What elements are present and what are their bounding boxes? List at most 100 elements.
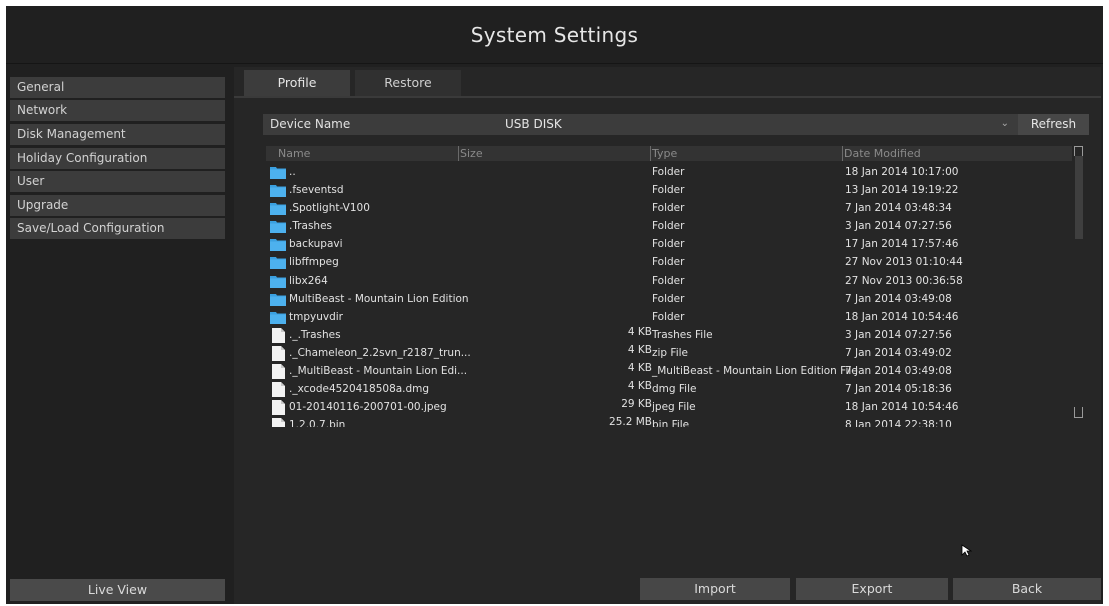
file-type: Folder <box>652 310 685 323</box>
window-title: System Settings <box>6 6 1103 64</box>
file-date: 7 Jan 2014 03:49:08 <box>845 365 952 378</box>
file-row[interactable]: 01-20140116-200701-00.jpeg 29 KB jpeg File… <box>266 398 1072 416</box>
file-type: Folder <box>652 274 685 287</box>
file-row[interactable]: MultiBeast - Mountain Lion Edition Folder… <box>266 290 1072 308</box>
file-name: ._xcode4520418508a.dmg <box>289 383 430 396</box>
file-row[interactable]: ._Chameleon_2.2svn_r2187_trun... 4 KB zip … <box>266 344 1072 362</box>
file-date: 17 Jan 2014 17:57:46 <box>845 238 959 251</box>
scrollbar[interactable] <box>1074 143 1086 427</box>
tab-restore[interactable]: Restore <box>355 70 461 96</box>
file-date: 7 Jan 2014 03:49:02 <box>845 346 952 359</box>
refresh-button[interactable]: Refresh <box>1018 114 1089 135</box>
file-type: Folder <box>652 220 685 233</box>
file-icon <box>272 382 285 398</box>
scroll-up-handle[interactable] <box>1074 146 1083 156</box>
file-name: .. <box>289 166 296 178</box>
sidebar: General Network Disk Management Holiday … <box>6 69 232 604</box>
column-header-type[interactable]: Type <box>650 146 842 161</box>
file-date: 8 Jan 2014 22:38:10 <box>845 419 952 427</box>
file-size: 29 KB <box>621 398 652 411</box>
import-button[interactable]: Import <box>640 578 790 600</box>
file-list: .. Folder 18 Jan 2014 10:17:00 .fseventsd Fo… <box>266 163 1072 427</box>
mouse-pointer-icon <box>961 544 973 557</box>
file-date: 27 Nov 2013 00:36:58 <box>845 274 963 287</box>
file-row[interactable]: ._.Trashes 4 KB Trashes File 3 Jan 2014 07:… <box>266 326 1072 344</box>
file-size: 4 KB <box>627 380 652 393</box>
scroll-thumb[interactable] <box>1075 156 1083 239</box>
file-date: 13 Jan 2014 19:19:22 <box>845 184 959 197</box>
device-select-value: USB DISK <box>505 117 562 131</box>
sidebar-item-disk-management[interactable]: Disk Management <box>10 124 225 145</box>
tab-divider <box>234 96 1101 98</box>
file-type: Folder <box>652 292 685 305</box>
file-name: ._MultiBeast - Mountain Lion Edi... <box>289 365 468 378</box>
live-view-button[interactable]: Live View <box>10 579 225 601</box>
tab-profile[interactable]: Profile <box>244 70 350 96</box>
folder-icon <box>270 256 286 270</box>
file-row[interactable]: backupavi Folder 17 Jan 2014 17:57:46 <box>266 235 1072 253</box>
file-table-header: Name Size Type Date Modified <box>266 146 1072 161</box>
file-type: Folder <box>652 256 685 269</box>
file-date: 18 Jan 2014 10:54:46 <box>845 310 959 323</box>
scroll-down-handle[interactable] <box>1074 407 1083 418</box>
file-type: Folder <box>652 184 685 197</box>
file-name: .Spotlight-V100 <box>289 202 370 215</box>
file-name: tmpyuvdir <box>289 310 343 323</box>
column-header-name[interactable]: Name <box>266 146 458 161</box>
file-icon <box>272 400 285 416</box>
file-icon <box>272 418 285 427</box>
sidebar-item-general[interactable]: General <box>10 77 225 98</box>
file-size: 4 KB <box>627 362 652 375</box>
device-name-label: Device Name <box>270 117 351 131</box>
file-row[interactable]: libffmpeg Folder 27 Nov 2013 01:10:44 <box>266 253 1072 271</box>
main-panel: Profile Restore Device Name USB DISK ⌄ R… <box>234 67 1101 604</box>
device-row: Device Name USB DISK ⌄ Refresh <box>263 114 1089 135</box>
file-type: zip File <box>652 346 689 359</box>
folder-icon <box>270 166 286 179</box>
file-date: 3 Jan 2014 07:27:56 <box>845 220 952 233</box>
file-name: 1.2.0.7.bin <box>289 419 346 427</box>
folder-icon <box>270 184 286 198</box>
sidebar-item-network[interactable]: Network <box>10 100 225 121</box>
file-table: Name Size Type Date Modified .. Folder 18 … <box>266 143 1086 427</box>
file-name: ._Chameleon_2.2svn_r2187_trun... <box>289 346 471 359</box>
file-date: 27 Nov 2013 01:10:44 <box>845 256 963 269</box>
file-date: 7 Jan 2014 03:49:08 <box>845 292 952 305</box>
folder-icon <box>270 311 286 324</box>
column-header-date[interactable]: Date Modified <box>842 146 1072 161</box>
file-name: 01-20140116-200701-00.jpeg <box>289 401 447 414</box>
file-row[interactable]: tmpyuvdir Folder 18 Jan 2014 10:54:46 <box>266 308 1072 326</box>
file-type: Folder <box>652 238 685 251</box>
file-size: 4 KB <box>627 343 652 356</box>
file-row[interactable]: libx264 Folder 27 Nov 2013 00:36:58 <box>266 272 1072 290</box>
folder-icon <box>270 293 286 306</box>
file-date: 7 Jan 2014 03:48:34 <box>845 202 952 215</box>
file-row[interactable]: .fseventsd Folder 13 Jan 2014 19:19:22 <box>266 181 1072 199</box>
device-select[interactable]: USB DISK ⌄ <box>464 114 1015 135</box>
file-icon <box>272 345 285 361</box>
sidebar-item-user[interactable]: User <box>10 171 225 192</box>
sidebar-item-upgrade[interactable]: Upgrade <box>10 195 225 216</box>
file-date: 18 Jan 2014 10:54:46 <box>845 401 959 414</box>
sidebar-item-holiday-configuration[interactable]: Holiday Configuration <box>10 148 225 169</box>
file-row[interactable]: .. Folder 18 Jan 2014 10:17:00 <box>266 163 1072 181</box>
file-type: _MultiBeast - Mountain Lion Edition File <box>652 365 858 378</box>
file-type: bin File <box>652 419 690 427</box>
file-row[interactable]: ._xcode4520418508a.dmg 4 KB dmg File 7 Jan … <box>266 380 1072 398</box>
file-row[interactable]: .Spotlight-V100 Folder 7 Jan 2014 03:48:34 <box>266 199 1072 217</box>
file-name: MultiBeast - Mountain Lion Edition <box>289 292 469 305</box>
file-row[interactable]: 1.2.0.7.bin 25.2 MB bin File 8 Jan 2014 22:… <box>266 416 1072 427</box>
export-button[interactable]: Export <box>796 578 948 600</box>
file-date: 3 Jan 2014 07:27:56 <box>845 328 952 341</box>
column-header-size[interactable]: Size <box>458 146 650 161</box>
back-button[interactable]: Back <box>953 578 1101 600</box>
file-type: dmg File <box>652 383 697 396</box>
file-date: 7 Jan 2014 05:18:36 <box>845 383 952 396</box>
folder-icon <box>270 220 286 234</box>
file-row[interactable]: .Trashes Folder 3 Jan 2014 07:27:56 <box>266 217 1072 235</box>
file-row[interactable]: ._MultiBeast - Mountain Lion Edi... 4 KB _… <box>266 362 1072 380</box>
file-size: 25.2 MB <box>609 416 652 427</box>
file-name: libffmpeg <box>289 256 339 269</box>
file-size: 4 KB <box>627 325 652 338</box>
sidebar-item-save-load-configuration[interactable]: Save/Load Configuration <box>10 218 225 239</box>
